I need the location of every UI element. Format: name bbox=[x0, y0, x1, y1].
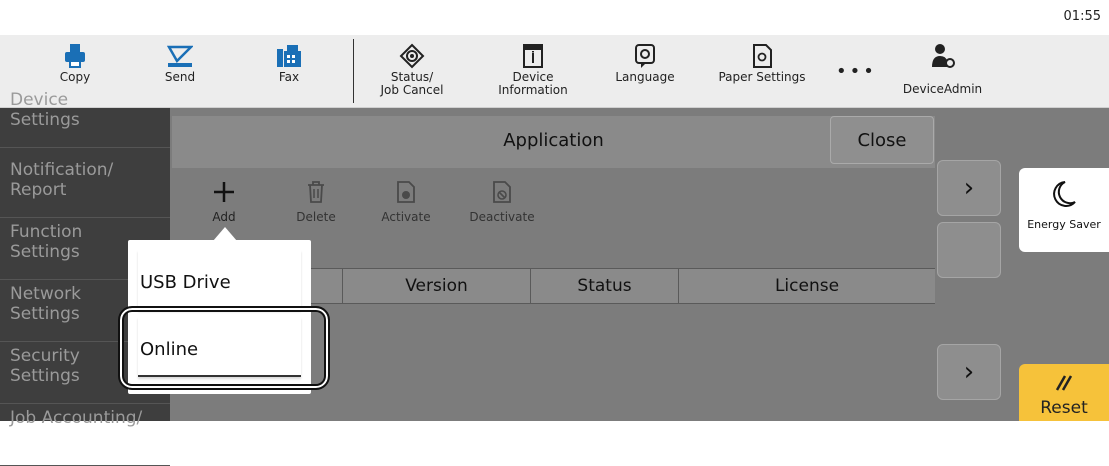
plus-icon bbox=[212, 176, 236, 208]
language-label: Language bbox=[615, 70, 675, 84]
chevron-right-icon[interactable]: › bbox=[937, 344, 1001, 400]
selection-highlight bbox=[118, 306, 330, 390]
reset-label: Reset bbox=[1040, 398, 1088, 418]
status-bar: 01:55 bbox=[0, 0, 1109, 35]
status-job-cancel-button[interactable]: Status/Job Cancel bbox=[372, 35, 452, 108]
energy-saver-label: Energy Saver bbox=[1027, 218, 1101, 231]
deactivate-button[interactable]: Deactivate bbox=[466, 176, 538, 224]
add-label: Add bbox=[212, 210, 236, 224]
device-label-line1: Device bbox=[512, 70, 554, 84]
nav-label: Settings bbox=[10, 110, 80, 130]
device-admin-label: DeviceAdmin bbox=[902, 82, 983, 96]
energy-saver-button[interactable]: Energy Saver bbox=[1019, 168, 1109, 252]
nav-label: Job Accounting/ bbox=[10, 408, 143, 428]
language-button[interactable]: Language bbox=[605, 35, 685, 108]
device-information-icon bbox=[522, 43, 544, 69]
nav-label: Notification/ bbox=[10, 160, 114, 180]
device-admin-button[interactable]: DeviceAdmin bbox=[895, 35, 990, 108]
activate-icon bbox=[396, 176, 416, 208]
language-icon bbox=[634, 43, 656, 69]
nav-label: Security bbox=[10, 346, 80, 366]
menu-item-usb-drive[interactable]: USB Drive bbox=[138, 250, 301, 310]
nav-item-device-settings[interactable]: Device Settings bbox=[0, 86, 170, 148]
fax-icon bbox=[276, 43, 302, 69]
delete-label: Delete bbox=[296, 210, 336, 224]
paper-settings-icon bbox=[751, 43, 773, 69]
more-options-icon[interactable]: ••• bbox=[836, 61, 877, 82]
copy-label: Copy bbox=[59, 70, 91, 84]
status-label: Status/Job Cancel bbox=[381, 71, 444, 97]
dialog-title: Application bbox=[503, 130, 604, 151]
clock: 01:55 bbox=[1063, 9, 1101, 24]
popup-pointer bbox=[213, 227, 237, 241]
nav-label: Settings bbox=[10, 304, 80, 324]
column-header-status: Status bbox=[530, 269, 678, 303]
nav-label: Function bbox=[10, 222, 83, 242]
copy-icon bbox=[64, 43, 86, 69]
device-information-label: Device Information bbox=[498, 71, 567, 97]
nav-label: Report bbox=[10, 180, 67, 200]
toolbar-divider bbox=[353, 39, 354, 103]
status-label-line1: Status/ bbox=[390, 70, 434, 84]
nav-label: Device bbox=[10, 90, 69, 110]
device-information-button[interactable]: Device Information bbox=[488, 35, 578, 108]
chevron-right-icon[interactable]: › bbox=[937, 160, 1001, 216]
fax-label: Fax bbox=[278, 70, 300, 84]
status-icon bbox=[399, 43, 425, 69]
paper-settings-button[interactable]: Paper Settings bbox=[712, 35, 812, 108]
device-label-line2: Information bbox=[498, 83, 568, 97]
reset-icon bbox=[1053, 372, 1075, 396]
reset-button[interactable]: Reset bbox=[1019, 364, 1109, 421]
nav-label: Network bbox=[10, 284, 81, 304]
column-header-version: Version bbox=[342, 269, 530, 303]
delete-button[interactable]: Delete bbox=[288, 176, 344, 224]
send-icon bbox=[167, 43, 193, 69]
send-label: Send bbox=[164, 70, 196, 84]
status-label-line2: Job Cancel bbox=[380, 83, 444, 97]
moon-icon bbox=[1051, 180, 1077, 212]
column-header-license: License bbox=[678, 269, 935, 303]
nav-label: Settings bbox=[10, 242, 80, 262]
trash-icon bbox=[306, 176, 326, 208]
paper-settings-label: Paper Settings bbox=[718, 70, 806, 84]
dialog-header: Application Close bbox=[172, 116, 935, 168]
nav-label: Settings bbox=[10, 366, 80, 386]
deactivate-label: Deactivate bbox=[469, 210, 535, 224]
user-gear-icon bbox=[930, 43, 956, 69]
close-button[interactable]: Close bbox=[830, 116, 934, 164]
nav-item-job-accounting[interactable]: Job Accounting/ bbox=[0, 404, 170, 466]
activate-label: Activate bbox=[381, 210, 431, 224]
nav-item-notification-report[interactable]: Notification/Report bbox=[0, 156, 170, 218]
activate-button[interactable]: Activate bbox=[376, 176, 436, 224]
fax-button[interactable]: Fax bbox=[254, 35, 324, 108]
add-button[interactable]: Add bbox=[202, 176, 246, 224]
side-blank-button[interactable] bbox=[937, 222, 1001, 278]
deactivate-icon bbox=[492, 176, 512, 208]
